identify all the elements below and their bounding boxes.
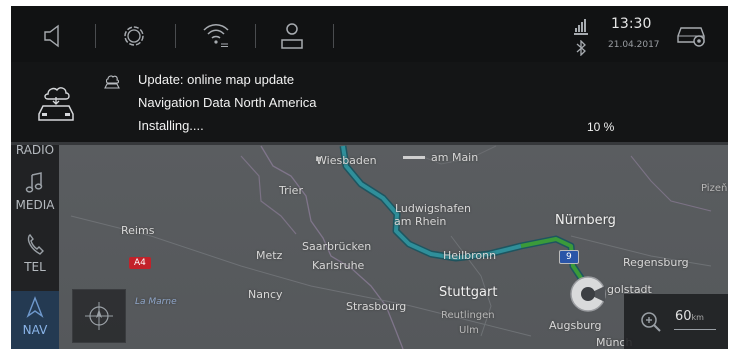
user-profile-icon[interactable]	[279, 21, 305, 51]
clock: 13:30	[611, 16, 652, 32]
city-label: Nürnberg	[555, 213, 616, 228]
scale-bar	[674, 329, 716, 330]
city-label: Ulm	[459, 325, 479, 336]
wifi-icon[interactable]	[201, 20, 231, 50]
gear-icon[interactable]	[121, 23, 147, 49]
separator	[175, 24, 176, 48]
menu-media[interactable]: MEDIA	[11, 167, 59, 223]
music-note-icon	[25, 172, 43, 193]
phone-icon	[27, 233, 44, 255]
menu-tel-label: TEL	[24, 260, 46, 274]
zoom-in-icon[interactable]	[639, 310, 663, 334]
position-core	[581, 287, 595, 301]
city-label: Saarbrücken	[302, 240, 372, 253]
update-notification[interactable]: Update: online map update Navigation Dat…	[11, 62, 728, 145]
notification-status: Installing....	[138, 118, 204, 133]
city-label: Pizeň	[701, 183, 728, 194]
city-label: Karlsruhe	[312, 259, 365, 272]
update-progress: 10 %	[587, 120, 615, 134]
speaker-icon[interactable]	[41, 23, 67, 49]
notification-title: Update: online map update	[138, 72, 295, 87]
city-label: Nancy	[248, 288, 283, 301]
compass-button[interactable]	[72, 289, 126, 343]
city-label: Reims	[121, 224, 155, 237]
menu-media-label: MEDIA	[15, 198, 55, 212]
city-label: Heilbronn	[443, 249, 497, 262]
city-label: Stuttgart	[439, 285, 498, 300]
city-label: am Rhein	[394, 215, 447, 228]
city-label: Wiesbaden	[316, 154, 377, 167]
separator	[333, 24, 334, 48]
city-label: Reutlingen	[441, 310, 495, 321]
menu-tel[interactable]: TEL	[11, 229, 59, 285]
city-label: Regensburg	[623, 256, 689, 269]
car-settings-icon[interactable]	[675, 20, 709, 50]
city-label: Augsburg	[549, 319, 602, 332]
river-label: La Marne	[135, 297, 177, 307]
city-label: Metz	[256, 249, 283, 262]
navigation-arrow-icon	[26, 296, 44, 318]
date: 21.04.2017	[608, 40, 660, 50]
status-bar: 13:30 21.04.2017	[11, 6, 728, 64]
compass-icon	[85, 302, 113, 330]
menu-nav-label: NAV	[22, 323, 48, 337]
city-label: Ludwigshafen	[395, 202, 471, 215]
notification-subtitle: Navigation Data North America	[138, 95, 317, 110]
map-scale-label: 60km	[675, 309, 704, 324]
city-label: Strasbourg	[346, 300, 407, 313]
border-line	[630, 155, 712, 212]
separator	[255, 24, 256, 48]
road-badge: A4	[129, 257, 151, 269]
menu-nav[interactable]: NAV	[11, 291, 59, 349]
car-cloud-update-icon	[38, 87, 74, 121]
road-badge: 9	[559, 250, 579, 264]
separator	[95, 24, 96, 48]
city-label: am Main	[431, 151, 479, 164]
lte-signal-icon	[574, 19, 588, 35]
infotainment-screen: Wiesbaden am Main Trier Ludwigshafen am …	[11, 6, 728, 349]
city-marker	[403, 156, 425, 159]
online-services-icon	[104, 75, 120, 89]
main-menu-rail: RADIO MEDIA TEL NAV	[11, 141, 59, 349]
city-label: Trier	[279, 184, 303, 197]
bluetooth-icon	[576, 40, 586, 56]
